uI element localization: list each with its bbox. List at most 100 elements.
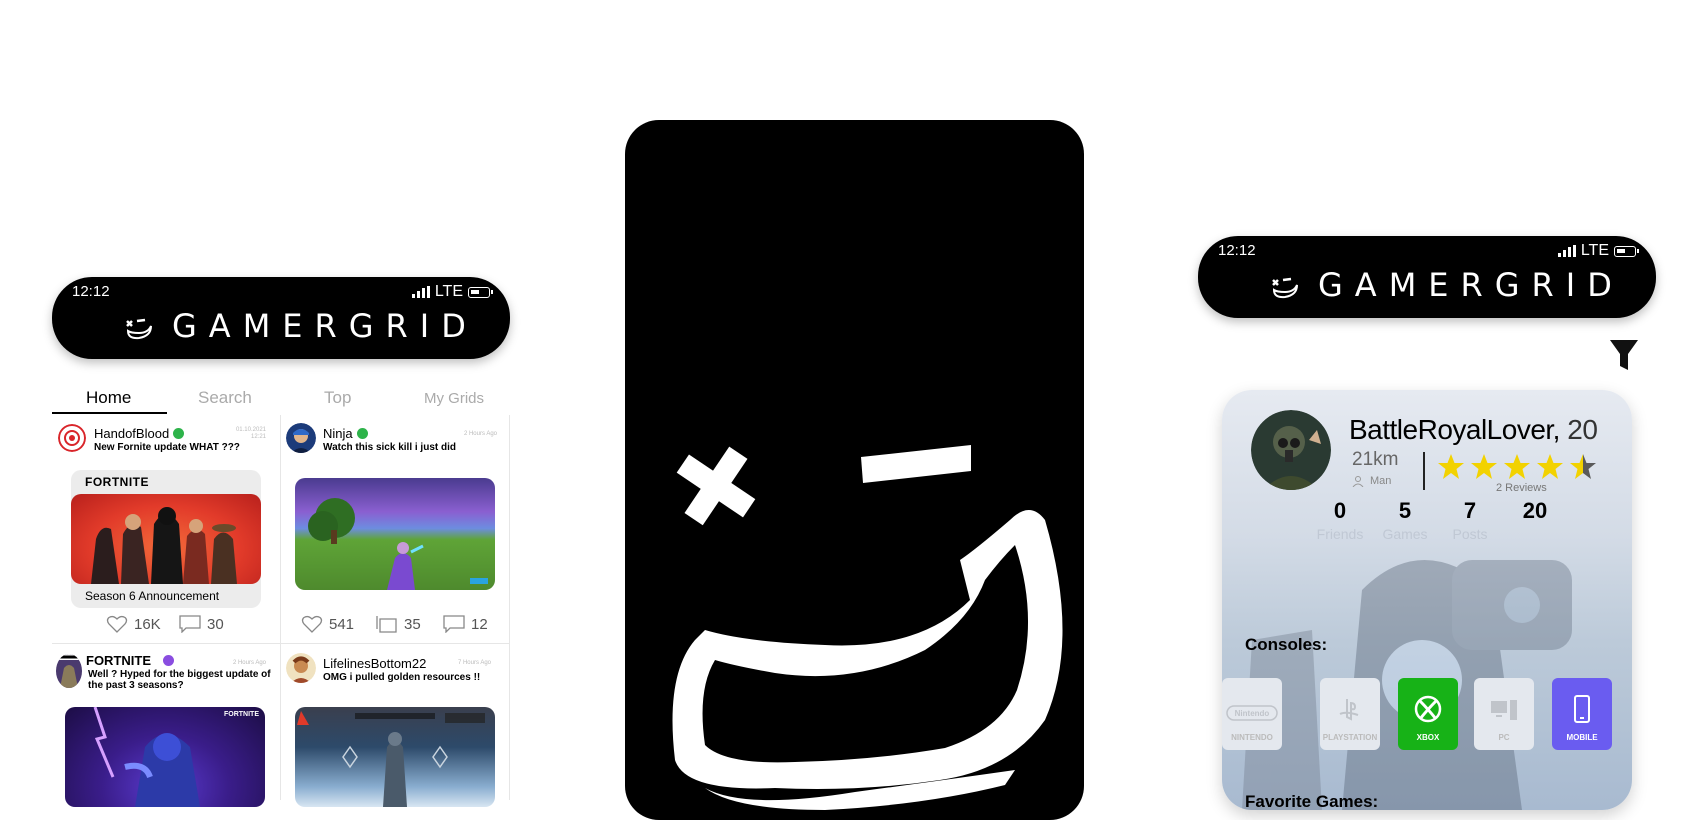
app-header-left: 12:12 LTE GAMERGRID	[52, 277, 510, 359]
stat-label-games: Games	[1382, 526, 1428, 542]
gender: Man	[1352, 475, 1391, 487]
comment-button[interactable]: 12	[443, 615, 488, 633]
post-card[interactable]: HandofBlood 01.10.2021 12:21 New Fornite…	[52, 415, 280, 643]
post-title: OMG i pulled golden resources !!	[323, 672, 481, 683]
post-title: Watch this sick kill i just did	[323, 442, 456, 453]
active-tab-indicator	[52, 412, 167, 414]
person-icon	[1352, 476, 1364, 487]
stat-label-friends: Friends	[1316, 526, 1364, 542]
apex-menu-image	[297, 711, 485, 807]
tab-home[interactable]: Home	[86, 388, 131, 408]
app-header-right: 12:12 LTE GAMERGRID	[1198, 236, 1656, 318]
network-label: LTE	[434, 283, 463, 300]
embedded-card[interactable]: FORTNITE Season 6 Announcement	[71, 470, 261, 608]
post-date: 2 Hours Ago	[463, 431, 497, 437]
feed-tabs: Home Search Top My Grids	[52, 384, 510, 414]
tab-my-grids[interactable]: My Grids	[424, 390, 484, 407]
comment-button[interactable]: 30	[179, 615, 224, 633]
like-count: 16K	[134, 615, 161, 633]
share-count: 35	[404, 615, 421, 633]
username[interactable]: HandofBlood	[94, 426, 185, 441]
signal-icon	[1557, 245, 1576, 257]
avatar	[286, 653, 316, 683]
brand-name: GAMERGRID	[1318, 266, 1624, 304]
storm-king-image	[93, 707, 200, 807]
brand[interactable]: GAMERGRID	[1268, 266, 1624, 304]
comment-count: 30	[207, 615, 224, 633]
avatar	[58, 424, 86, 452]
brand-name: GAMERGRID	[172, 307, 478, 345]
nintendo-icon: Nintendo	[1226, 705, 1278, 721]
comment-icon	[443, 615, 465, 633]
share-button[interactable]: 35	[376, 615, 421, 633]
post-date: 7 Hours Ago	[457, 660, 491, 666]
console-xbox[interactable]: XBOX	[1398, 678, 1458, 750]
favorite-games-heading: Favorite Games:	[1245, 792, 1379, 810]
signal-icon	[411, 286, 430, 298]
like-button[interactable]: 16K	[106, 615, 161, 633]
post-title: Well ? Hyped for the biggest update of t…	[88, 669, 271, 691]
consoles-heading: Consoles:	[1245, 635, 1328, 654]
username[interactable]: Ninja	[323, 426, 368, 441]
avatar[interactable]	[1251, 410, 1331, 490]
status-indicators: LTE	[1557, 242, 1639, 260]
distance: 21km	[1352, 449, 1399, 470]
tab-top[interactable]: Top	[324, 388, 351, 408]
heart-icon	[301, 615, 323, 633]
battery-icon	[468, 286, 493, 298]
post-card[interactable]: LifelinesBottom22 7 Hours Ago OMG i pull…	[281, 644, 509, 807]
post-date: 01.10.2021 12:21	[235, 427, 266, 440]
profile-name: BattleRoyalLover, 20	[1349, 414, 1598, 445]
console-nintendo[interactable]: Nintendo NINTENDO	[1222, 678, 1282, 750]
post-title: New Fornite update WHAT ???	[94, 442, 240, 453]
gameplay-scene-image	[308, 498, 488, 590]
status-time: 12:12	[1218, 242, 1256, 259]
post-thumbnail	[295, 707, 495, 807]
post-card[interactable]: FORTNITE 2 Hours Ago Well ? Hyped for th…	[52, 644, 280, 807]
stat-games: 5	[1398, 498, 1412, 523]
username[interactable]: LifelinesBottom22	[323, 656, 426, 671]
logo-icon	[126, 318, 152, 340]
console-mobile[interactable]: MOBILE	[1552, 678, 1612, 750]
stat-fourth: 20	[1522, 498, 1548, 523]
comment-count: 12	[471, 615, 488, 633]
star-icon	[1438, 454, 1464, 479]
post-thumbnail: FORTNITE	[65, 707, 265, 807]
network-label: LTE	[1580, 242, 1609, 259]
post-card[interactable]: Ninja 2 Hours Ago Watch this sick kill i…	[281, 415, 509, 643]
status-time: 12:12	[72, 283, 110, 300]
card-header: FORTNITE	[85, 475, 149, 489]
share-icon	[376, 616, 397, 633]
card-caption: Season 6 Announcement	[85, 589, 220, 603]
username[interactable]: FORTNITE	[86, 653, 174, 668]
console-pc[interactable]: PC	[1474, 678, 1534, 750]
avatar	[56, 654, 82, 688]
brand[interactable]: GAMERGRID	[122, 307, 478, 345]
post-thumbnail	[295, 478, 495, 590]
thumbnail-logo: FORTNITE	[224, 711, 259, 718]
pc-icon	[1491, 700, 1517, 720]
tab-search[interactable]: Search	[198, 388, 252, 408]
avatar	[286, 423, 316, 453]
filter-icon[interactable]	[1608, 338, 1640, 374]
profile-card: BattleRoyalLover, 20 21km Man 2 Reviews …	[1222, 390, 1632, 810]
like-button[interactable]: 541	[301, 615, 354, 633]
playstation-icon	[1339, 699, 1359, 721]
heart-icon	[106, 615, 128, 633]
console-playstation[interactable]: PLAYSTATION	[1320, 678, 1380, 750]
svg-text:Nintendo: Nintendo	[1235, 709, 1270, 718]
profile-age: 20	[1567, 414, 1598, 445]
post-date: 2 Hours Ago	[232, 660, 266, 666]
xbox-icon	[1414, 695, 1442, 723]
mobile-phone-icon	[1574, 695, 1590, 723]
verified-icon	[163, 655, 174, 666]
character-group-image	[91, 507, 237, 584]
star-icon	[1504, 454, 1530, 479]
like-count: 541	[329, 615, 355, 633]
review-count: 2 Reviews	[1496, 482, 1547, 494]
battery-icon	[1614, 245, 1639, 257]
star-half-icon	[1570, 454, 1596, 479]
stat-label-posts: Posts	[1452, 526, 1488, 542]
stat-posts: 7	[1463, 498, 1477, 523]
logo-icon	[672, 445, 1063, 810]
